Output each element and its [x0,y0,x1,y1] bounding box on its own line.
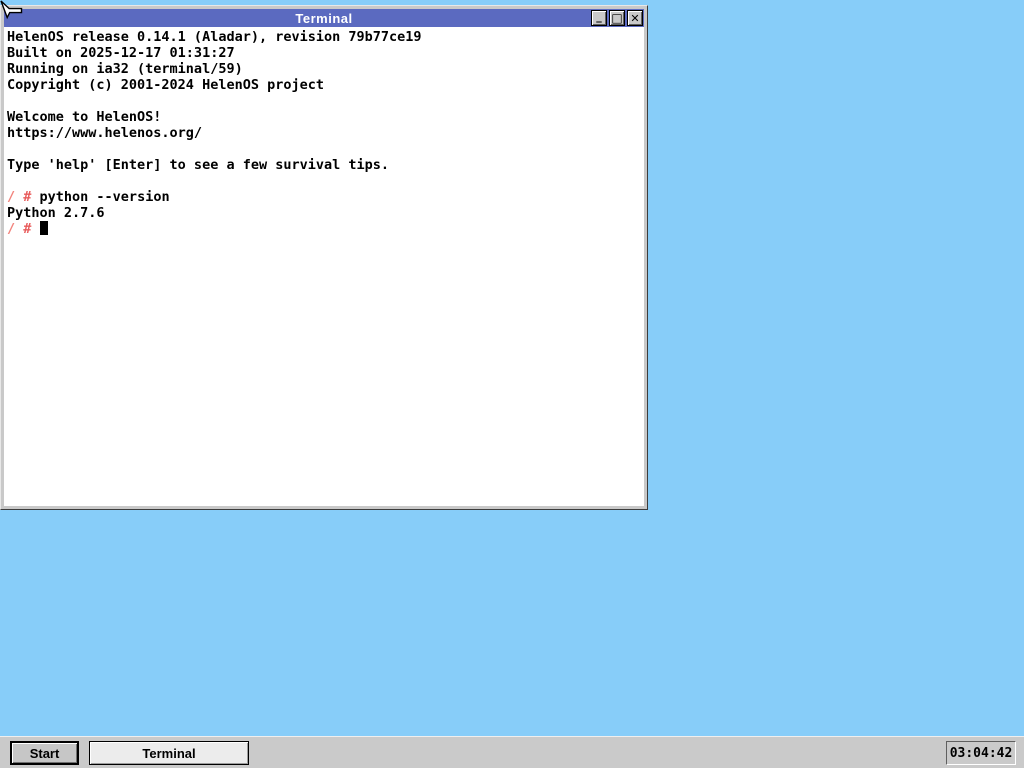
window-controls: _ □ ✕ [591,10,643,26]
terminal-line: HelenOS release 0.14.1 (Aladar), revisio… [7,29,422,45]
minimize-button[interactable]: _ [591,10,607,26]
close-icon: ✕ [630,11,640,25]
terminal-window: Terminal _ □ ✕ HelenOS release 0.14.1 (A… [0,5,648,510]
terminal-line: https://www.helenos.org/ [7,125,203,141]
minimize-icon: _ [596,9,602,23]
terminal-line: Type 'help' [Enter] to see a few surviva… [7,157,390,173]
window-titlebar[interactable]: Terminal _ □ ✕ [4,9,644,27]
desktop: { "desktop": { "bg_color": "#87cdf9" }, … [0,0,1024,768]
terminal-line: Welcome to HelenOS! [7,109,162,125]
terminal-line: / # [7,221,644,237]
window-title: Terminal [295,10,353,26]
maximize-icon: □ [611,11,623,25]
start-button[interactable]: Start [10,741,79,765]
terminal-line: Built on 2025-12-17 01:31:27 [7,45,235,61]
terminal-line: Running on ia32 (terminal/59) [7,61,243,77]
terminal-line: Copyright (c) 2001-2024 HelenOS project [7,77,324,93]
terminal-output[interactable]: HelenOS release 0.14.1 (Aladar), revisio… [4,27,644,506]
taskbar-item-terminal[interactable]: Terminal [89,741,249,765]
close-button[interactable]: ✕ [627,10,643,26]
taskbar: Start Terminal 03:04:42 [0,736,1024,768]
terminal-line: Python 2.7.6 [7,205,105,221]
maximize-button[interactable]: □ [609,10,625,26]
terminal-cursor [39,221,48,235]
terminal-line: / # python --version [7,189,170,205]
taskbar-clock: 03:04:42 [946,741,1016,765]
